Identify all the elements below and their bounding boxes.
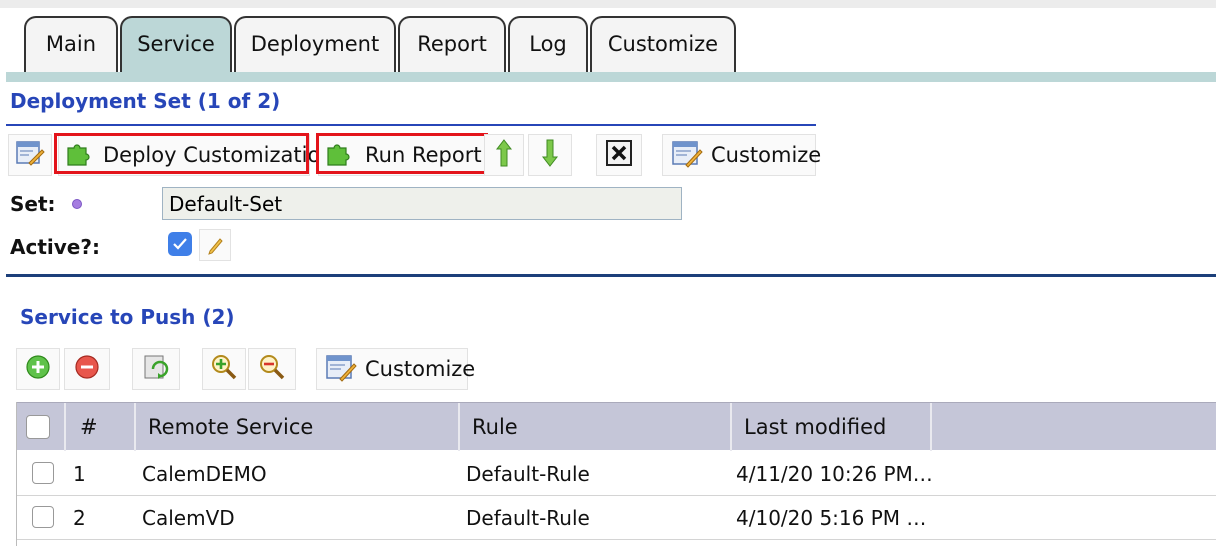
edit-form-button[interactable] [8, 134, 52, 176]
zoom-in-icon [210, 353, 238, 386]
tab-main[interactable]: Main [24, 16, 118, 74]
row-number: 2 [73, 506, 86, 530]
delete-button[interactable] [596, 134, 642, 176]
close-icon [606, 139, 632, 171]
highlight-box [316, 133, 488, 174]
zoom-in-button[interactable] [202, 348, 246, 390]
customize-button[interactable]: Customize [662, 134, 821, 176]
remote-service-cell: CalemVD [142, 506, 235, 530]
row-checkbox[interactable] [32, 506, 54, 528]
table-row[interactable]: 2 CalemVD Default-Rule 4/10/20 5:16 PM … [16, 496, 1216, 540]
column-header-label: Remote Service [148, 415, 314, 439]
edit-active-button[interactable] [199, 229, 231, 261]
active-label: Active?: [10, 235, 100, 259]
rule-cell: Default-Rule [466, 462, 590, 486]
tab-label: Report [417, 32, 487, 56]
move-down-button[interactable] [528, 134, 572, 176]
tab-report[interactable]: Report [398, 16, 506, 74]
edit-form-icon [15, 139, 45, 172]
minus-circle-icon [74, 354, 100, 385]
row-number: 1 [73, 462, 86, 486]
column-header-label: # [80, 415, 98, 439]
customize-icon [325, 352, 357, 387]
tab-label: Main [45, 32, 97, 56]
remote-service-cell: CalemDEMO [142, 462, 267, 486]
column-header-last-modified[interactable]: Last modified [732, 403, 932, 451]
last-modified-cell: 4/11/20 10:26 PM… [736, 462, 933, 486]
tab-label: Customize [607, 32, 719, 56]
grid-header: # Remote Service Rule Last modified [16, 402, 1216, 451]
tab-label: Service [137, 32, 215, 56]
section-divider [6, 274, 1216, 277]
column-header-number[interactable]: # [68, 403, 136, 451]
required-indicator-icon [72, 199, 82, 209]
plus-circle-icon [25, 354, 51, 385]
select-all-checkbox[interactable] [26, 415, 50, 439]
rule-cell: Default-Rule [466, 506, 590, 530]
row-checkbox[interactable] [32, 462, 54, 484]
customize-label: Customize [711, 143, 822, 167]
zoom-out-button[interactable] [248, 348, 296, 390]
add-button[interactable] [16, 348, 60, 390]
service-to-push-title: Service to Push (2) [20, 305, 235, 329]
deployment-set-title: Deployment Set (1 of 2) [10, 89, 281, 113]
column-header-rule[interactable]: Rule [460, 403, 732, 451]
grid-border [16, 402, 17, 546]
tab-bar: Main Service Deployment Report Log Custo… [0, 8, 1216, 82]
customize-icon [671, 138, 703, 173]
move-up-button[interactable] [484, 134, 524, 176]
remove-button[interactable] [64, 348, 110, 390]
active-checkbox[interactable] [168, 232, 192, 256]
tab-label: Deployment [250, 32, 380, 56]
pencil-icon [208, 238, 223, 255]
tab-log[interactable]: Log [508, 16, 588, 74]
deployment-set-title-rule [6, 124, 816, 126]
customize-grid-label: Customize [365, 357, 476, 381]
tab-underline [6, 72, 1216, 82]
zoom-out-icon [258, 353, 286, 386]
set-label: Set: [10, 192, 56, 216]
column-header-label: Last modified [744, 415, 887, 439]
customize-grid-button[interactable]: Customize [316, 348, 475, 390]
last-modified-cell: 4/10/20 5:16 PM … [736, 506, 927, 530]
arrow-down-icon [541, 138, 559, 173]
select-all-cell [16, 403, 66, 451]
tab-label: Log [529, 32, 567, 56]
table-row[interactable]: 1 CalemDEMO Default-Rule 4/11/20 10:26 P… [16, 452, 1216, 496]
column-header-remote-service[interactable]: Remote Service [136, 403, 460, 451]
tab-deployment[interactable]: Deployment [234, 16, 396, 74]
set-field[interactable] [162, 187, 682, 220]
checkmark-icon [173, 238, 187, 250]
refresh-button[interactable] [132, 348, 180, 390]
tab-customize[interactable]: Customize [590, 16, 736, 74]
top-strip [0, 0, 1216, 8]
highlight-box [54, 133, 309, 174]
column-header-label: Rule [472, 415, 518, 439]
arrow-up-icon [495, 138, 513, 173]
tab-service[interactable]: Service [120, 16, 232, 74]
refresh-icon [141, 353, 171, 386]
